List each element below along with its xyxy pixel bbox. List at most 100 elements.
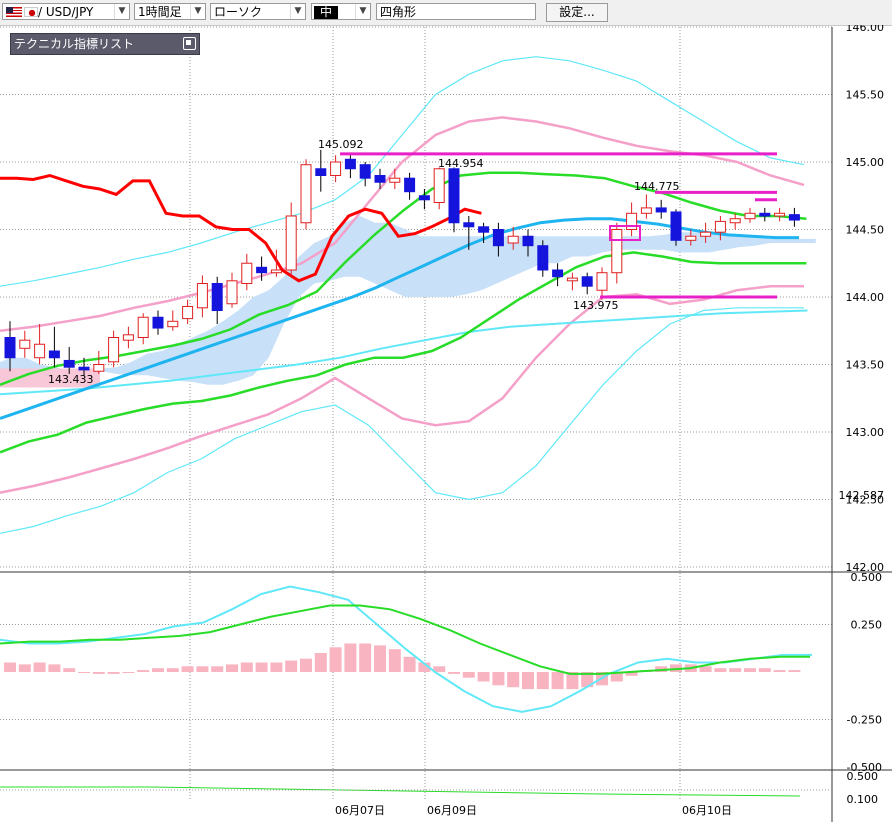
price-tick-label: 145.50 xyxy=(846,89,885,102)
size-select[interactable]: 中 ▼ xyxy=(311,3,371,20)
macd-histogram-bar xyxy=(758,668,771,672)
candle-body xyxy=(19,339,31,349)
candle-body xyxy=(537,245,549,271)
candle-body xyxy=(581,276,593,287)
candle-body xyxy=(448,168,460,224)
indicator-list-title: テクニカル指標リスト xyxy=(14,37,135,51)
pin-icon[interactable] xyxy=(183,37,196,50)
candle-body xyxy=(670,211,682,241)
candle-body xyxy=(729,218,741,224)
macd-histogram-bar xyxy=(374,645,386,672)
candle-body xyxy=(63,359,75,368)
macd-histogram-bar xyxy=(714,668,727,672)
symbol-select[interactable]: / USD/JPY ▼ xyxy=(2,3,130,20)
chevron-down-icon: ▼ xyxy=(190,4,205,19)
macd-histogram-bar xyxy=(196,666,209,672)
price-annotation-label: 144.775 xyxy=(634,180,680,193)
macd-histogram-bar xyxy=(137,670,150,672)
price-annotation-label: 143.433 xyxy=(48,373,94,386)
symbol-label: / USD/JPY xyxy=(38,5,94,19)
macd-histogram-bar xyxy=(448,672,460,674)
macd-histogram-bar xyxy=(314,653,327,672)
chevron-down-icon: ▼ xyxy=(290,4,305,19)
candle-body xyxy=(315,168,327,176)
macd-histogram-bar xyxy=(773,670,786,672)
toolbar: / USD/JPY ▼ 1時間足 ▼ ローソク ▼ 中 ▼ 四角形 設定... xyxy=(0,0,892,26)
price-tick-label: 144.50 xyxy=(846,224,885,237)
candle-body xyxy=(152,316,164,329)
candle-body xyxy=(256,266,268,274)
macd-histogram-bar xyxy=(166,668,179,672)
candle-body xyxy=(182,305,194,320)
candle-body xyxy=(374,175,386,183)
settings-button[interactable]: 設定... xyxy=(546,3,608,22)
chevron-down-icon: ▼ xyxy=(355,4,370,19)
candle-body xyxy=(389,177,401,183)
macd-panel: 0.5000.250-0.250-0.500 xyxy=(0,571,882,774)
date-axis: 06月07日 06月09日 06月10日 xyxy=(335,804,732,817)
macd-histogram-bar xyxy=(78,672,90,673)
macd-histogram-bar xyxy=(181,666,194,672)
lower-tick-label: 0.100 xyxy=(847,793,879,806)
chevron-down-icon: ▼ xyxy=(114,4,129,19)
bb-lower-line xyxy=(0,284,804,494)
candle-body xyxy=(285,215,297,271)
candle-body xyxy=(744,212,756,220)
macd-histogram-bar xyxy=(729,668,742,672)
macd-line xyxy=(0,585,812,713)
macd-histogram-bar xyxy=(492,672,505,686)
period-select[interactable]: 1時間足 ▼ xyxy=(134,3,206,20)
candle-body xyxy=(478,226,490,233)
candle-body xyxy=(507,235,519,244)
price-axis: 146.00 145.50 145.00 144.50 144.00 143.50 143.… xyxy=(839,25,885,574)
macd-histogram-bar xyxy=(744,668,756,672)
candle-body xyxy=(196,283,208,309)
jp-flag-icon xyxy=(24,7,38,17)
candle-body xyxy=(640,207,652,214)
macd-histogram-bar xyxy=(152,668,164,672)
macd-histogram-bar xyxy=(462,672,475,678)
candle-body xyxy=(685,235,697,241)
candle-body xyxy=(4,337,16,359)
candle-body xyxy=(108,337,120,363)
candle-body xyxy=(626,212,638,231)
macd-tick-label: 0.250 xyxy=(851,619,883,632)
macd-histogram-bar xyxy=(300,658,312,672)
candle-body xyxy=(167,320,179,328)
macd-histogram-bar xyxy=(788,670,801,672)
macd-histogram-bar xyxy=(48,664,61,672)
macd-histogram-bar xyxy=(18,664,31,672)
macd-histogram-bar xyxy=(403,656,416,672)
macd-histogram-bar xyxy=(344,643,357,672)
bb-upper-line xyxy=(0,116,805,333)
price-tick-label: 146.00 xyxy=(846,25,885,34)
candle-body xyxy=(93,364,105,372)
indicator-list-panel[interactable]: テクニカル指標リスト xyxy=(10,33,200,55)
candle-body xyxy=(122,334,134,341)
candle-body xyxy=(34,343,46,359)
candle-body xyxy=(463,222,475,228)
date-label: 06月07日 xyxy=(335,804,385,817)
size-label: 中 xyxy=(314,6,339,19)
candle-body xyxy=(137,316,149,338)
macd-histogram-bar xyxy=(107,672,120,674)
price-tick-label: 143.50 xyxy=(846,359,885,372)
macd-histogram-bar xyxy=(329,647,342,672)
candle-body xyxy=(552,269,564,278)
date-label: 06月10日 xyxy=(682,804,732,817)
period-label: 1時間足 xyxy=(138,5,182,19)
candle-body xyxy=(300,164,312,224)
draw-tool-field[interactable]: 四角形 xyxy=(376,3,536,20)
candle-body xyxy=(241,262,253,284)
price-annotation-label: 145.092 xyxy=(318,138,364,151)
chart-style-label: ローソク xyxy=(214,5,263,19)
price-annotation-label: 144.954 xyxy=(438,157,484,170)
macd-histogram-bar xyxy=(240,662,253,672)
candle-body xyxy=(700,231,712,237)
chart-area[interactable]: 145.092 144.954 144.775 143.975 143.433 146.… xyxy=(0,25,892,822)
candle-body xyxy=(344,158,356,170)
chart-style-select[interactable]: ローソク ▼ xyxy=(210,3,306,20)
macd-histogram-bar xyxy=(211,666,224,672)
us-flag-icon xyxy=(6,7,22,17)
long-ma-line xyxy=(0,309,808,396)
